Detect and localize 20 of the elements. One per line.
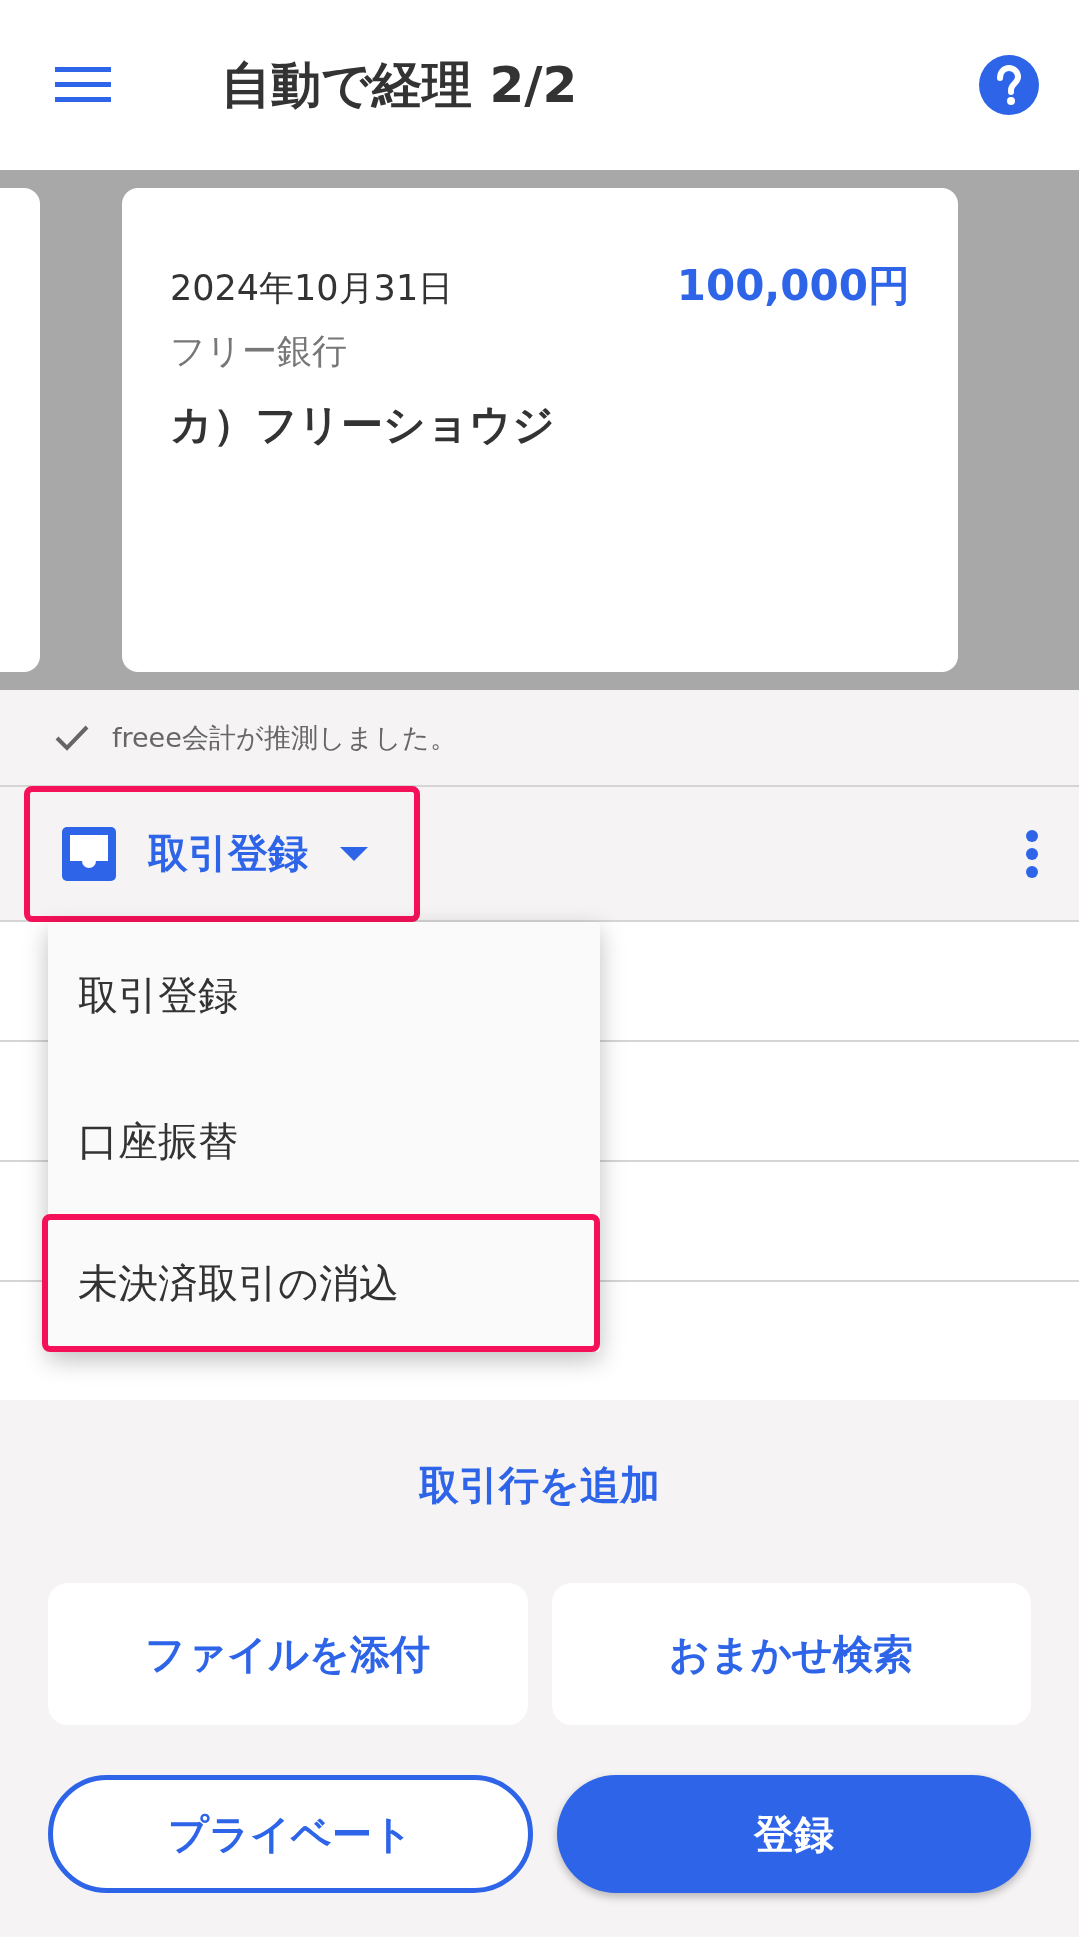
bank-name: フリー銀行 [170,330,348,373]
more-icon[interactable] [1025,828,1039,879]
transaction-amount: 100,000円 [676,260,910,312]
payee-name: カ）フリーショウジ [170,399,556,451]
page-title: 自動で経理 2/2 [221,54,579,116]
menu-item[interactable]: 取引登録 [48,922,600,1068]
guess-note: freee会計が推測しました。 [112,720,457,755]
menu-item[interactable]: 口座振替 [48,1068,600,1214]
transaction-date: 2024年10月31日 [170,267,454,310]
register-button[interactable]: 登録 [556,1775,1031,1893]
caret-icon [340,846,368,861]
private-button[interactable]: プライベート [48,1775,533,1893]
menu-icon[interactable] [55,67,111,103]
check-icon [54,723,90,752]
action-button[interactable]: ファイルを添付 [48,1583,528,1725]
menu-item[interactable]: 未決済取引の消込 [42,1214,600,1352]
inbox-icon [62,826,116,881]
help-icon[interactable] [979,55,1039,115]
add-row-link[interactable]: 取引行を追加 [48,1458,1031,1513]
action-button[interactable]: おまかせ検索 [551,1583,1031,1725]
